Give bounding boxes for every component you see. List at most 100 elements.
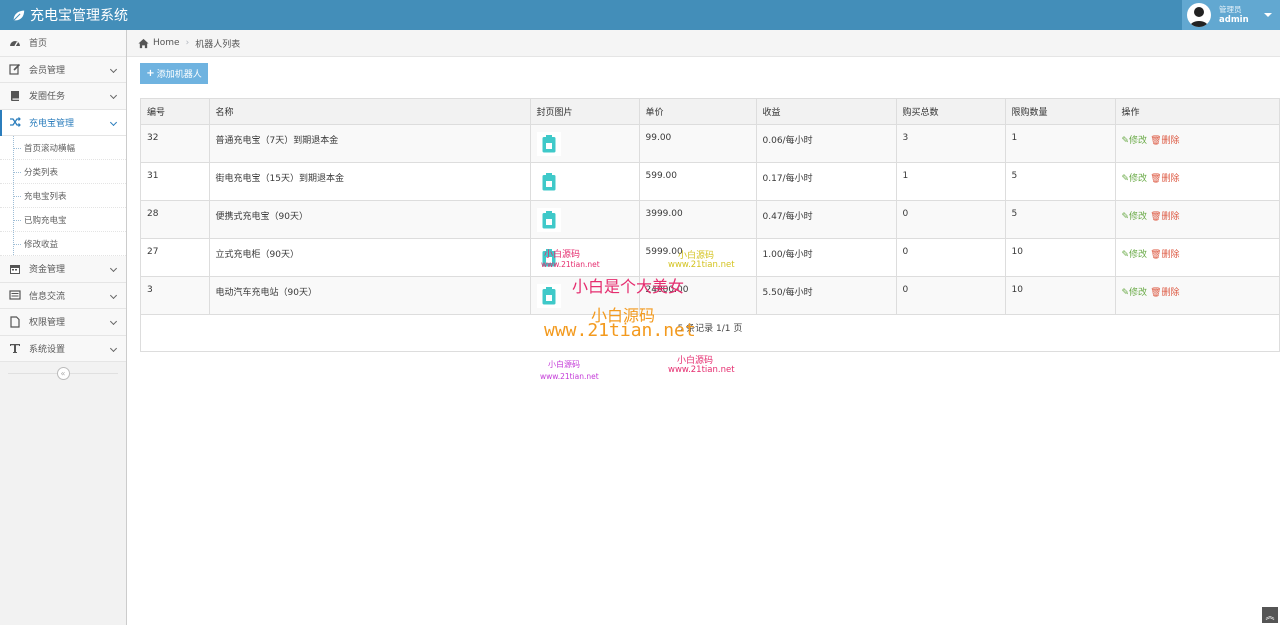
chevron-down-icon bbox=[109, 65, 118, 73]
table-row: 31 街电充电宝（15天）到期退本金 599.00 0.17/每小时 1 5 ✎修改 🗑删除 bbox=[141, 162, 1279, 201]
cell-name: 普通充电宝（7天）到期退本金 bbox=[209, 124, 531, 163]
cell-name: 便携式充电宝（90天） bbox=[209, 200, 531, 239]
watermark-text: www.21tian.net bbox=[668, 365, 735, 375]
user-role: 管理员 bbox=[1219, 5, 1242, 14]
table-header-row: 编号 名称 封页图片 单价 收益 购买总数 限购数量 操作 bbox=[141, 99, 1279, 125]
double-angle-left-icon[interactable]: « bbox=[56, 366, 70, 380]
sidebar-subitem-purchased[interactable]: 已购充电宝 bbox=[0, 208, 126, 232]
pencil-icon: ✎ bbox=[1121, 287, 1130, 298]
random-icon bbox=[9, 116, 21, 128]
trash-icon: 🗑 bbox=[1150, 249, 1162, 260]
table-row: 32 普通充电宝（7天）到期退本金 99.00 0.06/每小时 3 1 ✎修改 🗑删除 bbox=[141, 124, 1279, 163]
cell-actions: ✎修改 🗑删除 bbox=[1115, 124, 1279, 163]
sidebar-item-settings[interactable]: 系统设置 bbox=[0, 335, 126, 362]
cell-id: 28 bbox=[141, 200, 210, 239]
avatar bbox=[1187, 3, 1211, 27]
sidebar-subitem-powerbank-list[interactable]: 充电宝列表 bbox=[0, 184, 126, 208]
sidebar-item-label: 发圈任务 bbox=[29, 92, 66, 103]
cell-cover-image bbox=[530, 124, 640, 163]
scroll-top-button[interactable]: ︽ bbox=[1262, 607, 1278, 623]
cover-thumbnail[interactable] bbox=[536, 131, 561, 156]
battery-icon bbox=[542, 210, 555, 228]
breadcrumb-home[interactable]: Home bbox=[153, 38, 180, 48]
cover-thumbnail[interactable] bbox=[536, 245, 561, 270]
delete-button[interactable]: 🗑删除 bbox=[1150, 288, 1179, 298]
sidebar-subitem-category[interactable]: 分类列表 bbox=[0, 160, 126, 184]
column-header: 编号 bbox=[141, 99, 210, 125]
cell-limit: 5 bbox=[1005, 162, 1116, 201]
sidebar-item-label: 首页 bbox=[29, 39, 48, 50]
add-robot-button[interactable]: + 添加机器人 bbox=[140, 63, 208, 84]
cell-actions: ✎修改 🗑删除 bbox=[1115, 162, 1279, 201]
double-angle-up-icon: ︽ bbox=[1265, 611, 1275, 622]
cover-thumbnail[interactable] bbox=[536, 169, 561, 194]
cell-income: 5.50/每小时 bbox=[756, 276, 897, 315]
sidebar-item-powerbank[interactable]: 充电宝管理 bbox=[0, 109, 126, 136]
top-navbar: 充电宝管理系统 管理员 admin bbox=[0, 0, 1280, 30]
breadcrumb: Home › 机器人列表 bbox=[127, 30, 1280, 57]
sidebar-item-messages[interactable]: 信息交流 bbox=[0, 282, 126, 309]
chevron-down-icon bbox=[109, 317, 118, 326]
user-icon bbox=[1190, 7, 1208, 27]
cell-cover-image bbox=[530, 162, 640, 201]
trash-icon: 🗑 bbox=[1150, 173, 1162, 184]
file-icon bbox=[9, 316, 21, 328]
trash-icon: 🗑 bbox=[1150, 211, 1162, 222]
edit-icon bbox=[9, 63, 21, 75]
chevron-right-icon: › bbox=[185, 38, 190, 48]
battery-icon bbox=[542, 134, 555, 152]
trash-icon: 🗑 bbox=[1150, 135, 1162, 146]
user-name: admin bbox=[1219, 15, 1249, 25]
edit-button[interactable]: ✎修改 bbox=[1122, 174, 1148, 184]
edit-button[interactable]: ✎修改 bbox=[1122, 288, 1148, 298]
table-row: 28 便携式充电宝（90天） 3999.00 0.47/每小时 0 5 ✎修改 🗑删除 bbox=[141, 200, 1279, 239]
column-header: 单价 bbox=[639, 99, 757, 125]
cell-cover-image bbox=[530, 238, 640, 277]
sidebar-item-label: 系统设置 bbox=[29, 344, 66, 355]
delete-button[interactable]: 🗑删除 bbox=[1150, 174, 1179, 184]
cell-limit: 10 bbox=[1005, 238, 1116, 277]
cell-total: 3 bbox=[896, 124, 1006, 163]
cell-cover-image bbox=[530, 200, 640, 239]
cell-name: 电动汽车充电站（90天） bbox=[209, 276, 531, 315]
brand[interactable]: 充电宝管理系统 bbox=[12, 0, 128, 30]
battery-icon bbox=[542, 286, 555, 304]
cell-actions: ✎修改 🗑删除 bbox=[1115, 238, 1279, 277]
cell-id: 31 bbox=[141, 162, 210, 201]
breadcrumb-current: 机器人列表 bbox=[195, 39, 241, 50]
edit-button[interactable]: ✎修改 bbox=[1122, 212, 1148, 222]
table-row: 3 电动汽车充电站（90天） 24000.00 5.50/每小时 0 10 ✎修改 🗑删除 bbox=[141, 276, 1279, 315]
column-header: 购买总数 bbox=[896, 99, 1006, 125]
cover-thumbnail[interactable] bbox=[536, 207, 561, 232]
sidebar-item-funds[interactable]: 资金管理 bbox=[0, 256, 126, 283]
sidebar-item-label: 充电宝管理 bbox=[29, 118, 75, 129]
text-icon bbox=[9, 342, 21, 354]
cell-price: 5999.00 bbox=[639, 238, 757, 277]
app-title: 充电宝管理系统 bbox=[30, 8, 128, 24]
cover-thumbnail[interactable] bbox=[536, 283, 561, 308]
sidebar-item-label: 资金管理 bbox=[29, 265, 66, 276]
sidebar-item-tasks[interactable]: 发圈任务 bbox=[0, 83, 126, 110]
sidebar-subitem-banner[interactable]: 首页滚动横幅 bbox=[0, 136, 126, 160]
edit-button[interactable]: ✎修改 bbox=[1122, 136, 1148, 146]
edit-button[interactable]: ✎修改 bbox=[1122, 250, 1148, 260]
cell-income: 0.47/每小时 bbox=[756, 200, 897, 239]
pencil-icon: ✎ bbox=[1121, 249, 1130, 260]
sidebar-item-home[interactable]: 首页 bbox=[0, 30, 126, 57]
cell-actions: ✎修改 🗑删除 bbox=[1115, 276, 1279, 315]
chevron-down-icon bbox=[109, 264, 118, 273]
sidebar-item-permissions[interactable]: 权限管理 bbox=[0, 309, 126, 336]
leaf-icon bbox=[13, 10, 25, 21]
sidebar-subitem-edit-income[interactable]: 修改收益 bbox=[0, 232, 126, 256]
plus-icon: + bbox=[146, 68, 155, 79]
user-menu[interactable]: 管理员 admin bbox=[1182, 0, 1280, 30]
pencil-icon: ✎ bbox=[1121, 211, 1130, 222]
cell-total: 1 bbox=[896, 162, 1006, 201]
watermark-text: 小白源码 bbox=[677, 356, 714, 366]
delete-button[interactable]: 🗑删除 bbox=[1150, 250, 1179, 260]
delete-button[interactable]: 🗑删除 bbox=[1150, 136, 1179, 146]
sidebar-item-members[interactable]: 会员管理 bbox=[0, 56, 126, 83]
cell-price: 99.00 bbox=[639, 124, 757, 163]
delete-button[interactable]: 🗑删除 bbox=[1150, 212, 1179, 222]
cell-total: 0 bbox=[896, 238, 1006, 277]
